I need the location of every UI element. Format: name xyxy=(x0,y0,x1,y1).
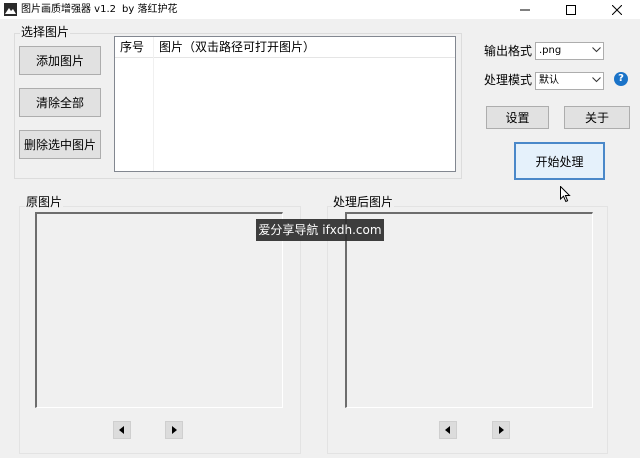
processing-mode-select[interactable]: 默认 xyxy=(535,72,604,90)
select-images-group-label: 选择图片 xyxy=(20,25,71,39)
processed-image-group-label: 处理后图片 xyxy=(332,195,395,209)
close-button[interactable] xyxy=(594,0,640,19)
minimize-icon xyxy=(520,9,530,10)
start-processing-button[interactable]: 开始处理 xyxy=(514,142,605,180)
help-icon[interactable]: ? xyxy=(614,72,628,86)
title-bar[interactable]: 图片画质增强器 v1.2 by 落红护花 xyxy=(0,0,640,19)
triangle-left-icon xyxy=(445,426,450,434)
chevron-down-icon xyxy=(592,77,601,83)
about-button[interactable]: 关于 xyxy=(564,106,630,129)
close-icon xyxy=(612,4,622,15)
column-image-path[interactable]: 图片（双击路径可打开图片） xyxy=(159,40,315,54)
processing-mode-label: 处理模式 xyxy=(484,73,533,87)
window-author: by 落红护花 xyxy=(122,4,178,15)
column-gridline xyxy=(153,37,154,171)
triangle-left-icon xyxy=(119,426,124,434)
output-format-value: .png xyxy=(539,45,562,56)
add-image-button[interactable]: 添加图片 xyxy=(19,46,101,75)
maximize-icon xyxy=(566,4,576,15)
chevron-down-icon xyxy=(592,47,601,53)
triangle-right-icon xyxy=(499,426,504,434)
window-title: 图片画质增强器 v1.2 xyxy=(21,4,116,15)
clear-all-button[interactable]: 清除全部 xyxy=(19,88,101,117)
processed-image-view xyxy=(345,212,593,408)
processed-next-button[interactable] xyxy=(492,421,510,439)
original-prev-button[interactable] xyxy=(113,421,131,439)
output-format-select[interactable]: .png xyxy=(535,42,604,60)
triangle-right-icon xyxy=(172,426,177,434)
minimize-button[interactable] xyxy=(502,0,548,19)
watermark-banner: 爱分享导航 ifxdh.com xyxy=(256,219,384,241)
image-list[interactable]: 序号 图片（双击路径可打开图片） xyxy=(114,36,456,172)
image-list-header: 序号 图片（双击路径可打开图片） xyxy=(115,37,455,58)
maximize-button[interactable] xyxy=(548,0,594,19)
original-image-group-label: 原图片 xyxy=(25,195,64,209)
original-next-button[interactable] xyxy=(165,421,183,439)
processing-mode-value: 默认 xyxy=(539,75,559,86)
column-index[interactable]: 序号 xyxy=(120,40,144,54)
processed-prev-button[interactable] xyxy=(439,421,457,439)
delete-selected-button[interactable]: 删除选中图片 xyxy=(19,130,101,159)
output-format-label: 输出格式 xyxy=(484,44,533,58)
mouse-cursor-icon xyxy=(560,186,571,203)
original-image-view xyxy=(35,212,283,408)
app-window: 图片画质增强器 v1.2 by 落红护花 选择图片 添加图片 清除全部 删除选中… xyxy=(0,0,640,458)
settings-button[interactable]: 设置 xyxy=(486,106,549,129)
app-icon xyxy=(4,3,17,16)
